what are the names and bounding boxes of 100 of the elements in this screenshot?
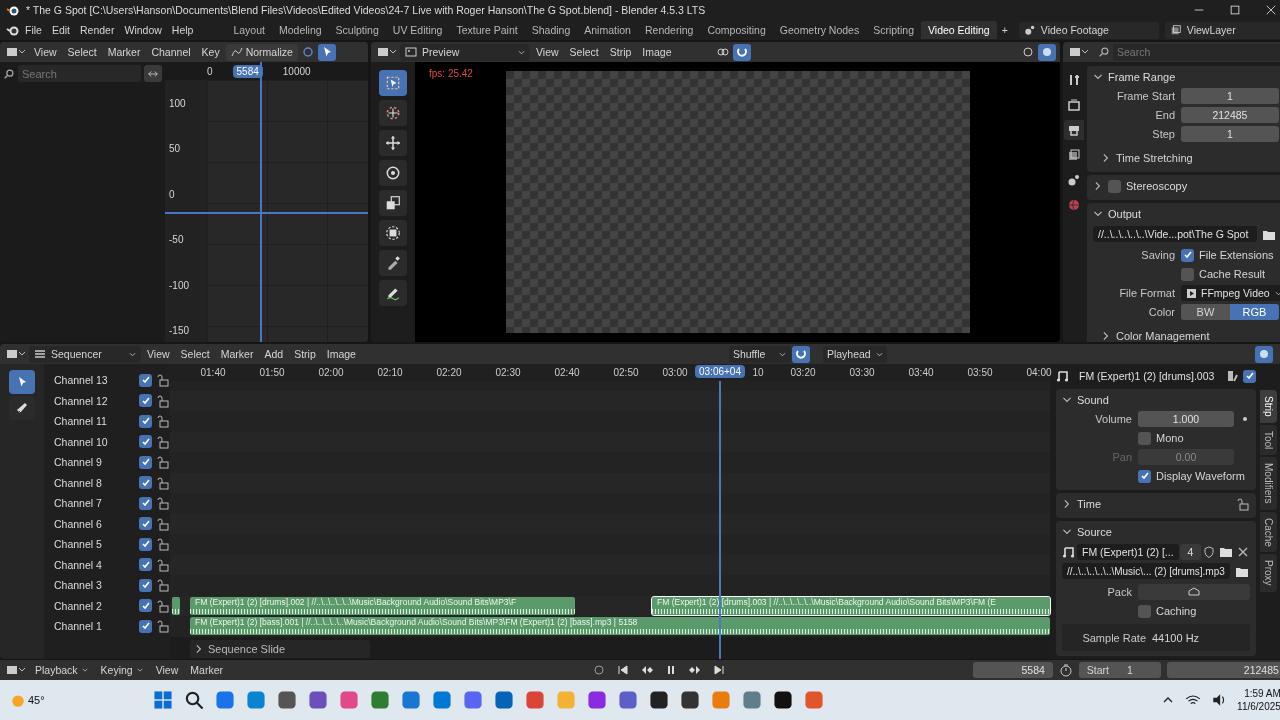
app-icon[interactable] bbox=[648, 690, 669, 710]
menu-item[interactable]: View bbox=[150, 664, 184, 676]
number-field[interactable]: 1 bbox=[1181, 88, 1279, 104]
maximize-icon[interactable] bbox=[1228, 4, 1241, 16]
checkbox[interactable] bbox=[1138, 469, 1151, 483]
channel-name[interactable]: Channel 2 bbox=[54, 599, 135, 612]
view-mode-dropdown[interactable]: Preview bbox=[400, 43, 530, 61]
sidebar-tab[interactable]: Proxy bbox=[1260, 554, 1277, 592]
workspace-tab[interactable]: Video Editing bbox=[921, 21, 997, 39]
sidebar-tab[interactable]: Strip bbox=[1260, 390, 1277, 423]
app-icon[interactable] bbox=[276, 690, 297, 710]
chevron-right-icon[interactable] bbox=[194, 643, 204, 654]
shield-icon[interactable] bbox=[1202, 544, 1216, 559]
workspace-tab[interactable]: Layout bbox=[226, 21, 272, 39]
menu-item[interactable]: File bbox=[20, 24, 47, 36]
snap-toggle[interactable] bbox=[791, 345, 810, 363]
menu-item[interactable]: Strip bbox=[289, 345, 321, 363]
channel-name[interactable]: Channel 11 bbox=[54, 415, 135, 428]
checkbox[interactable] bbox=[139, 435, 152, 449]
lock-open-icon[interactable] bbox=[156, 455, 170, 470]
menu-item[interactable]: Channel bbox=[146, 43, 196, 61]
menu-item[interactable]: Select bbox=[564, 43, 604, 61]
menu-item[interactable]: Marker bbox=[102, 43, 146, 61]
lock-open-icon[interactable] bbox=[156, 373, 170, 388]
start-frame-field[interactable]: Start 1 bbox=[1078, 662, 1161, 678]
clock-date[interactable]: 11/6/2025 bbox=[1237, 700, 1280, 713]
checkbox[interactable] bbox=[1138, 431, 1151, 445]
lock-open-icon[interactable] bbox=[156, 516, 170, 531]
tool-button[interactable] bbox=[379, 250, 407, 276]
menu-item[interactable]: Image bbox=[637, 43, 677, 61]
lock-open-icon[interactable] bbox=[1236, 497, 1250, 511]
checkbox[interactable] bbox=[139, 394, 152, 408]
lock-open-icon[interactable] bbox=[156, 393, 170, 408]
checkbox[interactable] bbox=[1243, 369, 1256, 383]
menu-item[interactable]: Add bbox=[259, 345, 289, 363]
color-mode-option[interactable]: RGB bbox=[1229, 304, 1279, 320]
color-mode-option[interactable]: BW bbox=[1181, 304, 1230, 320]
view-layer-selector[interactable]: ViewLayer bbox=[1164, 21, 1280, 39]
workspace-tab[interactable]: UV Editing bbox=[385, 21, 450, 39]
sequence-slide-panel[interactable]: Sequence Slide bbox=[190, 639, 370, 658]
workspace-tab[interactable]: Animation bbox=[577, 21, 638, 39]
workspace-tab[interactable]: Rendering bbox=[637, 21, 701, 39]
menu-item[interactable]: Marker bbox=[215, 345, 259, 363]
workspace-tab[interactable]: Scripting bbox=[866, 21, 921, 39]
number-field[interactable]: 212485 bbox=[1181, 107, 1279, 123]
tool-button[interactable] bbox=[379, 160, 407, 186]
menu-item[interactable]: View bbox=[531, 43, 564, 61]
channel-name[interactable]: Channel 12 bbox=[54, 394, 135, 407]
audio-strip[interactable] bbox=[172, 596, 180, 615]
workspace-tab[interactable]: Sculpting bbox=[328, 21, 386, 39]
file-format-dropdown[interactable]: FFmpeg Video bbox=[1181, 285, 1280, 301]
swap-button[interactable] bbox=[144, 65, 162, 82]
menu-item[interactable]: Window bbox=[119, 24, 167, 36]
lock-open-icon[interactable] bbox=[156, 578, 170, 593]
channel-name[interactable]: Channel 13 bbox=[54, 374, 135, 387]
menu-item[interactable]: Image bbox=[321, 345, 361, 363]
menu-item[interactable]: Keying bbox=[95, 664, 149, 676]
tool-button[interactable] bbox=[9, 396, 35, 420]
lock-open-icon[interactable] bbox=[156, 619, 170, 634]
music-note-icon[interactable] bbox=[1062, 544, 1076, 559]
path-field[interactable]: //..\..\..\..\..\Vide...pot\The G Spot bbox=[1093, 226, 1257, 242]
checkbox[interactable] bbox=[139, 373, 152, 387]
number-field[interactable]: 1 bbox=[1181, 126, 1279, 142]
search-icon[interactable] bbox=[183, 690, 204, 710]
close-icon[interactable] bbox=[1264, 4, 1277, 16]
snap-button[interactable] bbox=[732, 43, 751, 61]
checkbox[interactable] bbox=[1181, 267, 1194, 281]
checkbox[interactable] bbox=[139, 496, 152, 510]
search-field[interactable]: Search bbox=[18, 65, 141, 82]
workspace-tab[interactable]: Texture Paint bbox=[449, 21, 525, 39]
start-icon[interactable] bbox=[152, 690, 173, 710]
current-frame-field[interactable]: 5584 bbox=[972, 662, 1053, 678]
pivot-dropdown[interactable]: Playhead bbox=[822, 345, 887, 363]
lock-open-icon[interactable] bbox=[156, 475, 170, 490]
menu-item[interactable]: Select bbox=[175, 345, 215, 363]
checkbox[interactable] bbox=[139, 414, 152, 428]
end-frame-field[interactable]: 212485 bbox=[1166, 662, 1280, 678]
chevron-right-icon[interactable] bbox=[1062, 499, 1072, 509]
checkbox[interactable] bbox=[1138, 604, 1151, 618]
display-button[interactable] bbox=[1038, 43, 1056, 61]
checkbox[interactable] bbox=[139, 476, 152, 490]
menu-item[interactable]: View bbox=[29, 43, 62, 61]
user-count[interactable]: 4 bbox=[1179, 543, 1201, 560]
overlap-mode-dropdown[interactable]: Shuffle bbox=[728, 345, 791, 363]
app-icon[interactable] bbox=[772, 690, 793, 710]
menu-item[interactable]: Edit bbox=[46, 24, 75, 36]
checkbox[interactable] bbox=[1181, 248, 1194, 262]
chevron-down-icon[interactable] bbox=[1062, 527, 1072, 537]
overlays-button[interactable] bbox=[1254, 345, 1273, 363]
menu-item[interactable]: Key bbox=[196, 43, 225, 61]
tool-button[interactable] bbox=[379, 220, 407, 246]
normalize-toggle[interactable]: Normalize bbox=[225, 43, 298, 61]
menu-item[interactable]: Render bbox=[75, 24, 120, 36]
chevron-down-icon[interactable] bbox=[1062, 395, 1072, 405]
workspace-tab[interactable]: Compositing bbox=[700, 21, 773, 39]
volume-field[interactable]: 1.000 bbox=[1138, 411, 1234, 427]
channel-name[interactable]: Channel 7 bbox=[54, 497, 135, 510]
clock-time[interactable]: 1:59 AM bbox=[1244, 687, 1280, 700]
chevron-right-icon[interactable] bbox=[1093, 181, 1103, 191]
search-field[interactable]: Search bbox=[1113, 43, 1280, 61]
